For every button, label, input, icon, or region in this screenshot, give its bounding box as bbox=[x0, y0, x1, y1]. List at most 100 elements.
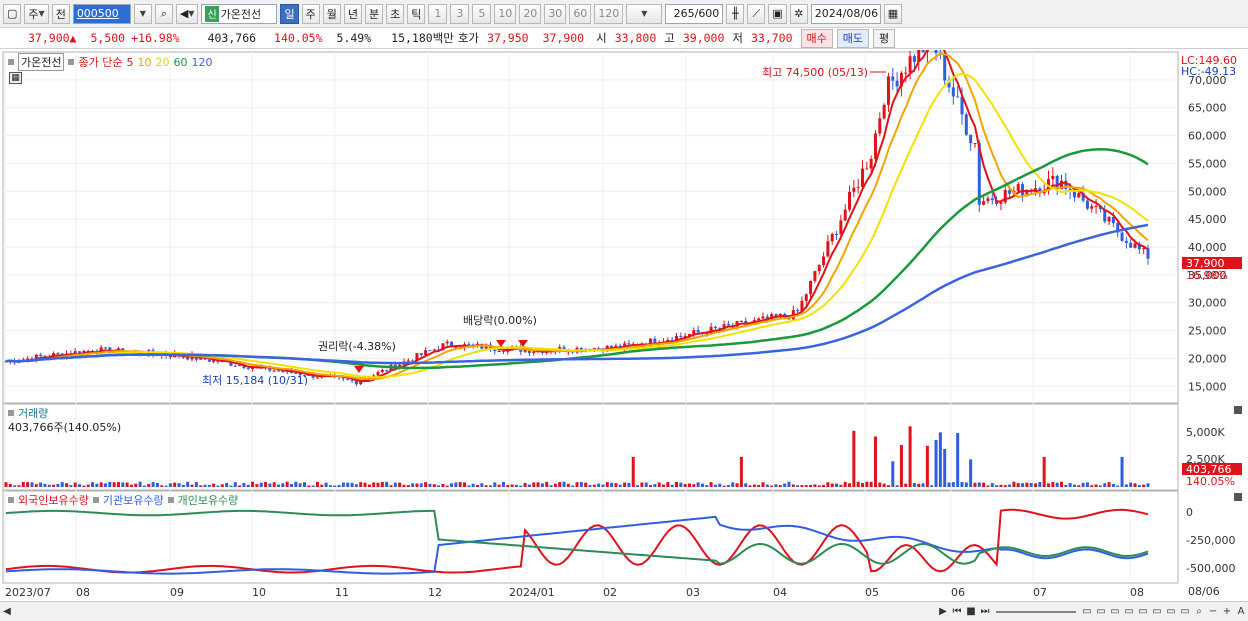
sell-button[interactable]: 매도 bbox=[836, 28, 870, 48]
individual-holdings-label[interactable]: 개인보유수량 bbox=[178, 492, 239, 508]
calendar-button[interactable]: ▦ bbox=[883, 3, 903, 24]
settings-button[interactable]: ✲ bbox=[789, 3, 808, 24]
candle-body bbox=[56, 353, 60, 355]
volume-bar bbox=[1120, 456, 1124, 487]
rewind-icon[interactable]: ⏮ bbox=[950, 605, 964, 619]
sound-button[interactable]: ◀ ▼ bbox=[175, 3, 199, 24]
prev-button[interactable]: 전 bbox=[51, 3, 70, 24]
volume-bar bbox=[60, 482, 64, 487]
volume-pane[interactable] bbox=[2, 403, 1179, 491]
fast-forward-icon[interactable]: ⏭ bbox=[978, 605, 992, 619]
period-week-button[interactable]: 주 bbox=[301, 3, 320, 24]
volume-bar bbox=[674, 481, 678, 487]
font-size-icon[interactable]: A bbox=[1234, 605, 1248, 619]
volume-bar bbox=[1008, 484, 1012, 487]
interval-1-button[interactable]: 1 bbox=[428, 3, 448, 24]
volume-bar bbox=[1025, 482, 1029, 487]
volume-bar bbox=[999, 484, 1003, 487]
period-unit-select[interactable]: 주 ▼ bbox=[24, 3, 49, 24]
period-minute-button[interactable]: 분 bbox=[364, 3, 384, 24]
close-volume-pane-icon[interactable] bbox=[1234, 406, 1242, 414]
volume-bar bbox=[765, 484, 769, 487]
interval-30-button[interactable]: 30 bbox=[544, 3, 567, 24]
layout-1-icon[interactable]: ▭ bbox=[1080, 605, 1094, 619]
volume-bar bbox=[450, 483, 454, 487]
candle-body bbox=[865, 168, 869, 170]
volume-bar bbox=[43, 483, 47, 487]
volume-bar bbox=[151, 481, 155, 487]
volume-bar bbox=[1081, 482, 1085, 487]
volume-bar bbox=[302, 482, 306, 487]
layout-3-icon[interactable]: ▭ bbox=[1108, 605, 1122, 619]
foreign-holdings-label[interactable]: 외국인보유수량 bbox=[18, 492, 89, 508]
window-icon[interactable]: ▢ bbox=[3, 3, 22, 24]
period-day-button[interactable]: 일 bbox=[280, 3, 299, 24]
volume-bar bbox=[947, 482, 951, 487]
volume-bar bbox=[78, 484, 82, 487]
zoom-out-icon[interactable]: − bbox=[1206, 605, 1220, 619]
interval-60-button[interactable]: 60 bbox=[569, 3, 592, 24]
candle-body bbox=[891, 76, 895, 81]
volume-bar bbox=[320, 484, 324, 487]
layout-2-icon[interactable]: ▭ bbox=[1094, 605, 1108, 619]
stop-icon[interactable]: ■ bbox=[964, 605, 978, 619]
period-month-button[interactable]: 월 bbox=[322, 3, 341, 24]
volume-bar bbox=[1051, 481, 1055, 487]
interval-custom-select[interactable]: ▼ bbox=[626, 3, 663, 24]
stock-code-input[interactable]: 000500 bbox=[72, 3, 131, 24]
layout-8-icon[interactable]: ▭ bbox=[1178, 605, 1192, 619]
volume-bar bbox=[13, 485, 17, 487]
layout-7-icon[interactable]: ▭ bbox=[1164, 605, 1178, 619]
interval-10-button[interactable]: 10 bbox=[494, 3, 517, 24]
period-tick-button[interactable]: 틱 bbox=[407, 3, 426, 24]
volume-axis-5000k: 5,000K bbox=[1186, 426, 1225, 439]
zoom-in-icon[interactable]: + bbox=[1220, 605, 1234, 619]
period-year-button[interactable]: 년 bbox=[343, 3, 362, 24]
candle-type-button[interactable]: ╫ bbox=[726, 3, 745, 24]
buy-button[interactable]: 매수 bbox=[800, 28, 833, 48]
volume-bar bbox=[337, 484, 341, 487]
candle-body bbox=[861, 168, 864, 188]
period-second-button[interactable]: 초 bbox=[386, 3, 405, 24]
holdings-axis-500k: -500,000 bbox=[1186, 562, 1235, 575]
stock-tag[interactable]: 가온전선 bbox=[18, 53, 65, 71]
candle-body bbox=[1051, 175, 1055, 180]
layout-4-icon[interactable]: ▭ bbox=[1122, 605, 1136, 619]
stock-chart[interactable]: 70,00065,00060,00055,00050,00045,00040,0… bbox=[0, 50, 1248, 601]
volume-bar bbox=[553, 483, 557, 487]
layout-6-icon[interactable]: ▭ bbox=[1150, 605, 1164, 619]
code-dropdown-button[interactable]: ▼ bbox=[133, 3, 152, 24]
search-button[interactable]: ⌕ bbox=[154, 3, 173, 24]
scroll-right-icon[interactable]: ▶ bbox=[936, 605, 950, 619]
volume-bar bbox=[631, 456, 635, 487]
zoom-slider[interactable] bbox=[996, 610, 1076, 613]
volume-bar bbox=[1142, 484, 1146, 487]
interval-120-button[interactable]: 120 bbox=[594, 3, 624, 24]
grid-table-icon[interactable]: ▦ bbox=[9, 72, 22, 84]
volume-bar bbox=[290, 483, 293, 487]
high-annotation: 최고 74,500 (05/13) bbox=[762, 66, 868, 79]
interval-20-button[interactable]: 20 bbox=[519, 3, 542, 24]
ma-60-label: 60 bbox=[173, 55, 188, 69]
stock-name-field[interactable]: 신 가온전선 bbox=[201, 3, 278, 24]
layout-5-icon[interactable]: ▭ bbox=[1136, 605, 1150, 619]
chart-scrollbar[interactable]: ◀ ▶ ⏮ ■ ⏭ ▭ ▭ ▭ ▭ ▭ ▭ ▭ ▭ ⌕ − + A bbox=[0, 601, 1248, 621]
date-field[interactable]: 2024/08/06 bbox=[810, 3, 881, 24]
quote-bar: 37,900 ▲ 5,500 +16.98% 403,766 140.05% 5… bbox=[0, 28, 1248, 49]
volume-bar bbox=[592, 484, 596, 487]
volume-bar bbox=[160, 485, 164, 487]
draw-tool-button[interactable]: ⟋ bbox=[747, 3, 766, 24]
ma-label[interactable]: 종가 단순 bbox=[78, 54, 122, 70]
data-count-field[interactable]: 265/600 bbox=[665, 3, 724, 24]
volume-bar bbox=[597, 483, 601, 487]
volume-bar bbox=[990, 483, 994, 487]
interval-3-button[interactable]: 3 bbox=[450, 3, 470, 24]
candle-body bbox=[835, 233, 839, 235]
zoom-search-icon[interactable]: ⌕ bbox=[1192, 605, 1206, 619]
close-holdings-pane-icon[interactable] bbox=[1234, 493, 1242, 501]
institution-holdings-label[interactable]: 기관보유수량 bbox=[103, 492, 164, 508]
interval-5-button[interactable]: 5 bbox=[472, 3, 492, 24]
scroll-left-icon[interactable]: ◀ bbox=[0, 605, 14, 619]
save-button[interactable]: ▣ bbox=[768, 3, 787, 24]
evaluate-button[interactable]: 평 bbox=[873, 28, 896, 48]
